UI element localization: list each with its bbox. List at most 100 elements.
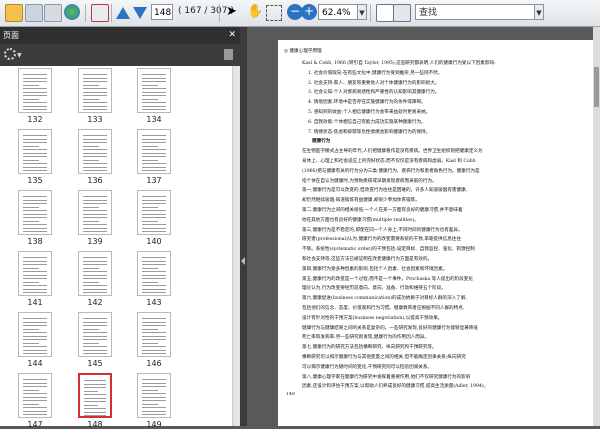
thumbnail-text-line	[83, 84, 99, 86]
body-text-line: 研究者(professional)认为,健康行为的改变需要系统的干预,单靠提供信…	[302, 237, 461, 243]
thumbnail-label: 143	[146, 298, 162, 307]
options-gear-icon[interactable]	[4, 48, 16, 60]
toolbar-separator	[111, 4, 112, 22]
thumbnail-text-line	[83, 349, 107, 351]
print-icon[interactable]	[44, 4, 62, 22]
search-dropdown-button[interactable]: ▼	[535, 4, 544, 20]
page-thumbnail[interactable]	[78, 312, 112, 357]
toolbar-separator	[370, 4, 371, 22]
page-thumbnail[interactable]	[137, 190, 171, 235]
thumbnail-text-line	[142, 231, 166, 232]
thumbnail-text-line	[142, 196, 166, 197]
security-icon[interactable]	[91, 4, 109, 22]
thumbnail-text-line	[23, 318, 47, 319]
thumbnail-text-line	[83, 91, 107, 93]
hand-tool-icon[interactable]: ✋	[247, 4, 263, 21]
thumbnail-text-line	[83, 325, 107, 326]
page-thumbnail[interactable]	[18, 190, 52, 235]
thumbnail-text-line	[142, 321, 166, 323]
thumbnail-text-line	[83, 213, 107, 215]
save-icon[interactable]	[25, 4, 43, 22]
page-thumbnail[interactable]	[78, 251, 112, 296]
collapse-arrow-icon[interactable]	[241, 257, 245, 265]
thumbnail-text-line	[83, 206, 99, 208]
thumbnail-text-line	[23, 393, 47, 394]
thumbnail-label: 137	[146, 176, 162, 185]
thumbnail-text-line	[84, 401, 106, 402]
thumbnail-text-line	[23, 149, 47, 150]
thumbnail-text-line	[23, 224, 47, 225]
document-page: ◎ 健康心理学原理 Kasl & Cobb, 1966 (转引自 Taylor, …	[278, 40, 594, 426]
thumbnail-text-line	[23, 332, 47, 333]
document-scrollbar[interactable]	[593, 27, 600, 426]
thumbnail-text-line	[23, 400, 47, 401]
panel-splitter[interactable]	[240, 27, 247, 426]
thumbnail-text-line	[23, 264, 47, 265]
page-thumbnail[interactable]	[78, 190, 112, 235]
page-thumbnail[interactable]	[18, 129, 52, 174]
zoom-level-input[interactable]: 62.4%	[318, 4, 358, 20]
thumbnail-text-line	[142, 264, 166, 265]
thumbnail-text-line	[23, 403, 39, 405]
thumbnail-text-line	[23, 156, 47, 157]
previous-page-icon[interactable]	[116, 7, 130, 19]
zoom-in-icon[interactable]: +	[301, 4, 317, 20]
fit-page-icon[interactable]	[376, 4, 394, 22]
thumbnail-text-line	[84, 383, 106, 385]
body-text-line: 2. 社会支持:家人、朋友和重要他人对个体健康行为的影响很大。	[308, 80, 440, 86]
thumbnail-label: 135	[27, 176, 43, 185]
thumbnail-text-line	[83, 342, 99, 344]
page-thumbnail[interactable]	[137, 129, 171, 174]
thumbnail-text-line	[83, 260, 107, 262]
thumbnail-label: 144	[27, 359, 43, 368]
thumbnail-text-line	[84, 380, 106, 381]
fit-width-icon[interactable]	[393, 4, 411, 22]
thumbnail-text-line	[23, 410, 47, 412]
thumbnail-text-line	[23, 159, 39, 161]
open-folder-icon[interactable]	[5, 4, 23, 22]
delete-page-icon[interactable]	[224, 49, 233, 60]
thumbnail-text-line	[83, 231, 107, 232]
document-scrollbar-thumb[interactable]	[594, 67, 599, 107]
thumbnail-text-line	[23, 91, 47, 93]
panel-close-button[interactable]: ✕	[228, 27, 236, 44]
thumbnail-text-line	[142, 210, 166, 211]
thumbnail-text-line	[83, 318, 107, 319]
search-input[interactable]: 查找	[415, 4, 535, 20]
page-thumbnail[interactable]	[78, 68, 112, 113]
thumbnail-text-line	[142, 102, 166, 103]
options-dropdown-icon[interactable]: ▼	[17, 52, 22, 59]
body-text-line: 第二,健康行为之间的相关很低,一个人在某一方面有良好的健康习惯,并不意味着	[302, 208, 463, 213]
thumbnail-text-line	[83, 102, 107, 103]
zoom-dropdown-button[interactable]: ▼	[358, 4, 367, 20]
thumbnail-text-line	[83, 217, 107, 218]
page-thumbnail[interactable]	[18, 373, 52, 418]
thumbnail-text-line	[142, 163, 166, 164]
thumbnail-text-line	[142, 342, 158, 344]
thumbnail-text-line	[23, 342, 39, 344]
thumbnail-text-line	[83, 220, 99, 222]
page-thumbnail[interactable]	[78, 373, 112, 418]
thumbnail-text-line	[23, 220, 39, 222]
thumbnail-text-line	[83, 288, 107, 290]
page-thumbnail[interactable]	[137, 251, 171, 296]
thumbnail-text-line	[23, 257, 47, 258]
thumbnail-label: 139	[87, 237, 103, 246]
page-thumbnail[interactable]	[137, 68, 171, 113]
zoom-select-icon[interactable]	[266, 5, 282, 21]
page-thumbnail[interactable]	[137, 373, 171, 418]
page-thumbnail[interactable]	[18, 68, 52, 113]
web-globe-icon[interactable]	[64, 4, 80, 20]
page-number-input[interactable]: 148	[151, 4, 173, 20]
page-thumbnail[interactable]	[78, 129, 112, 174]
thumbnail-text-line	[142, 382, 166, 384]
select-cursor-icon[interactable]: ➤	[226, 4, 238, 20]
thumbnail-text-line	[83, 224, 107, 225]
thumbnail-text-line	[23, 74, 47, 75]
page-thumbnail[interactable]	[18, 251, 52, 296]
thumbnail-text-line	[142, 199, 166, 201]
page-thumbnail[interactable]	[18, 312, 52, 357]
page-thumbnail[interactable]	[137, 312, 171, 357]
next-page-icon[interactable]	[133, 7, 147, 19]
body-text-line: 第八,健康心理学家在健康行为研究中发挥着重要作用,他们不仅研究健康行为的影响	[302, 374, 471, 380]
